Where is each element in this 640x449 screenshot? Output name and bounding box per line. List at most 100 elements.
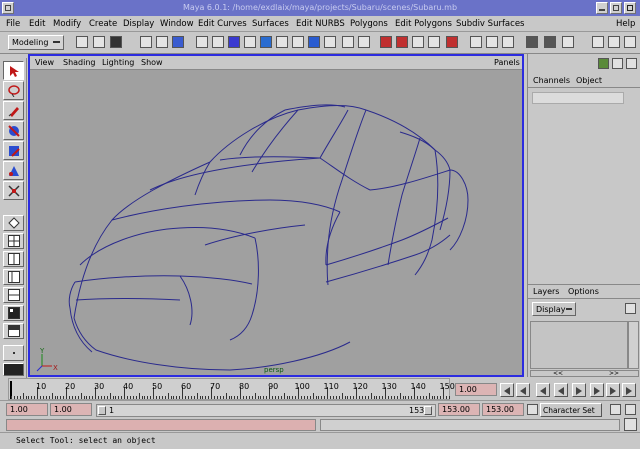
render-globals-icon[interactable] xyxy=(358,36,370,48)
open-scene-icon[interactable] xyxy=(93,36,105,48)
menu-help[interactable]: Help xyxy=(616,19,635,29)
select-hierarchy-icon[interactable] xyxy=(140,36,152,48)
channel-menu-object[interactable]: Object xyxy=(576,76,602,85)
menu-edit[interactable]: Edit xyxy=(29,19,45,29)
range-start-handle[interactable] xyxy=(98,406,106,415)
new-scene-icon[interactable] xyxy=(76,36,88,48)
select-object-icon[interactable] xyxy=(156,36,168,48)
snap-curve-icon[interactable] xyxy=(228,36,240,48)
layer-menu-layers[interactable]: Layers xyxy=(533,287,559,296)
step-back-key-button[interactable] xyxy=(516,383,530,397)
close-button[interactable] xyxy=(624,2,636,14)
layout-hypershade-button[interactable] xyxy=(3,305,24,321)
save-scene-icon[interactable] xyxy=(110,36,122,48)
tool-settings-icon[interactable] xyxy=(624,36,636,48)
layout-extra-button[interactable] xyxy=(3,345,24,361)
range-slider-bar[interactable]: 1 153 xyxy=(96,404,436,417)
step-forward-frame-button[interactable] xyxy=(590,383,604,397)
rotate-tool-button[interactable] xyxy=(3,141,24,160)
start-time-field[interactable]: 1.00 xyxy=(6,403,48,416)
layout-outliner-button[interactable] xyxy=(3,269,24,285)
lock-selection-icon[interactable] xyxy=(196,36,208,48)
layout-panel-button[interactable] xyxy=(3,363,24,376)
panel-menu-shading[interactable]: Shading xyxy=(63,58,96,67)
shelf-tool-4-icon[interactable] xyxy=(428,36,440,48)
character-set-dropdown[interactable]: Character Set xyxy=(540,403,602,417)
panel-menu-panels[interactable]: Panels xyxy=(494,58,520,67)
shelf-tool-2-icon[interactable] xyxy=(396,36,408,48)
menu-polygons[interactable]: Polygons xyxy=(350,19,388,29)
play-backwards-button[interactable] xyxy=(554,383,568,397)
scale-tool-button[interactable] xyxy=(3,161,24,180)
shelf-tool-7-icon[interactable] xyxy=(562,36,574,48)
menu-set-selector[interactable]: Modeling xyxy=(8,35,64,50)
animation-preferences-icon[interactable] xyxy=(625,404,636,415)
clapper-icon[interactable] xyxy=(526,36,538,48)
menu-edit-polygons[interactable]: Edit Polygons xyxy=(395,19,452,29)
layout-side-by-side-button[interactable] xyxy=(3,251,24,267)
channel-menu-channels[interactable]: Channels xyxy=(533,76,570,85)
play-forwards-button[interactable] xyxy=(572,383,586,397)
go-to-start-button[interactable] xyxy=(500,383,514,397)
paint-effects-icon[interactable] xyxy=(598,58,609,69)
panel-menu-show[interactable]: Show xyxy=(141,58,163,67)
current-time-field[interactable]: 1.00 xyxy=(455,383,497,396)
make-live-icon[interactable] xyxy=(276,36,288,48)
menu-display[interactable]: Display xyxy=(123,19,154,29)
ipr-render-icon[interactable] xyxy=(342,36,354,48)
layer-list[interactable] xyxy=(530,321,628,369)
layout-graph-button[interactable] xyxy=(3,287,24,303)
lasso-tool-button[interactable] xyxy=(3,81,24,100)
manipulator-tool-button[interactable] xyxy=(3,181,24,200)
input-ops-icon[interactable] xyxy=(470,36,482,48)
attribute-list-icon[interactable] xyxy=(612,58,623,69)
layout-render-button[interactable] xyxy=(3,323,24,339)
layer-menu-options[interactable]: Options xyxy=(568,287,599,296)
playback-end-field[interactable]: 153.00 xyxy=(438,403,480,416)
window-title-bar[interactable]: Maya 6.0.1: /home/exdlaix/maya/projects/… xyxy=(0,0,640,16)
snap-grid-icon[interactable] xyxy=(212,36,224,48)
layer-type-dropdown[interactable]: Display xyxy=(532,302,576,316)
scroll-right-icon[interactable]: >> xyxy=(609,370,619,377)
scroll-left-icon[interactable]: << xyxy=(553,370,563,377)
panel-menu-view[interactable]: View xyxy=(35,58,54,67)
menu-edit-nurbs[interactable]: Edit NURBS xyxy=(296,19,345,29)
viewport-panel[interactable]: View Shading Lighting Show Panels Y X pe… xyxy=(28,54,524,377)
panel-menu-lighting[interactable]: Lighting xyxy=(102,58,134,67)
select-component-icon[interactable] xyxy=(172,36,184,48)
snap-view-plane-icon[interactable] xyxy=(260,36,272,48)
go-to-end-button[interactable] xyxy=(622,383,636,397)
menu-modify[interactable]: Modify xyxy=(53,19,81,29)
playback-start-field[interactable]: 1.00 xyxy=(50,403,92,416)
move-tool-button[interactable] xyxy=(3,121,24,140)
step-forward-key-button[interactable] xyxy=(606,383,620,397)
layer-scrollbar[interactable] xyxy=(628,321,639,369)
layer-scroll-footer[interactable]: << >> xyxy=(530,370,639,377)
channel-list[interactable] xyxy=(532,92,624,104)
step-back-frame-button[interactable] xyxy=(536,383,550,397)
menu-window[interactable]: Window xyxy=(160,19,194,29)
menu-file[interactable]: File xyxy=(6,19,20,29)
clapper-2-icon[interactable] xyxy=(544,36,556,48)
menu-surfaces[interactable]: Surfaces xyxy=(252,19,289,29)
attribute-editor-icon[interactable] xyxy=(608,36,620,48)
shelf-tool-3-icon[interactable] xyxy=(412,36,424,48)
construction-history-icon[interactable] xyxy=(292,36,304,48)
auto-key-icon[interactable] xyxy=(610,404,621,415)
script-editor-icon[interactable] xyxy=(624,418,637,431)
range-end-handle[interactable] xyxy=(424,406,432,415)
select-tool-button[interactable] xyxy=(3,61,24,80)
menu-create[interactable]: Create xyxy=(89,19,117,29)
layout-four-button[interactable] xyxy=(3,233,24,249)
timeline-ruler[interactable]: 10 20 30 40 50 60 70 80 90 100 110 120 130 140 150 xyxy=(8,378,455,400)
menu-subdiv-surfaces[interactable]: Subdiv Surfaces xyxy=(456,19,524,29)
3d-canvas[interactable]: Y X xyxy=(30,70,522,375)
channel-toggle-icon[interactable] xyxy=(626,58,637,69)
menu-edit-curves[interactable]: Edit Curves xyxy=(198,19,247,29)
layout-single-button[interactable] xyxy=(3,215,24,231)
help-query-icon[interactable] xyxy=(324,36,336,48)
shelf-tool-6-icon[interactable] xyxy=(502,36,514,48)
new-layer-icon[interactable] xyxy=(625,303,636,314)
end-time-field[interactable]: 153.00 xyxy=(482,403,524,416)
render-icon[interactable] xyxy=(308,36,320,48)
